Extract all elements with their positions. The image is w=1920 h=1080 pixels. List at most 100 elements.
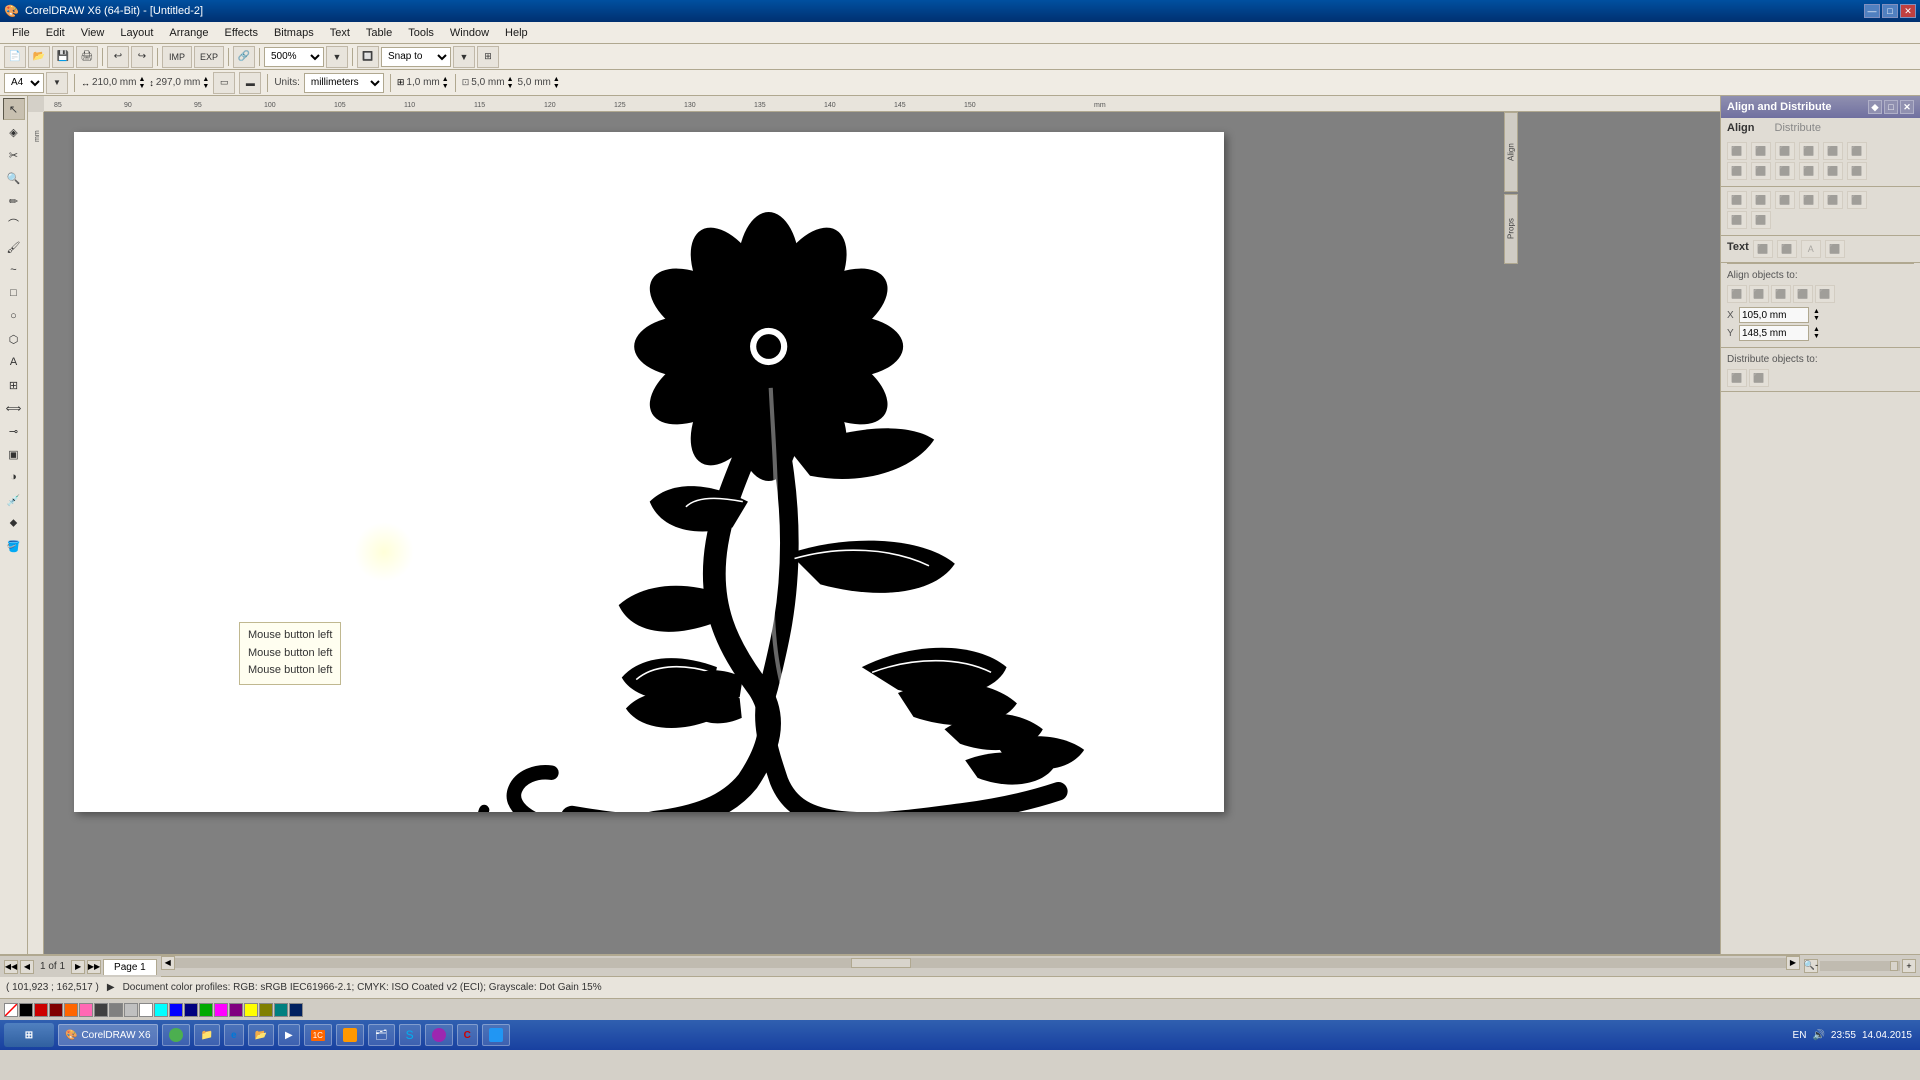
color-gray-swatch[interactable]: [109, 1003, 123, 1017]
menu-tools[interactable]: Tools: [400, 25, 442, 41]
dist-left[interactable]: ⬛: [1727, 191, 1747, 209]
align-center-h[interactable]: ⬛: [1751, 142, 1771, 160]
color-darkgray-swatch[interactable]: [94, 1003, 108, 1017]
export-button[interactable]: EXP: [194, 46, 224, 68]
color-darkred-swatch[interactable]: [49, 1003, 63, 1017]
side-tab-align[interactable]: Align: [1504, 112, 1518, 192]
taskbar-1c[interactable]: 1C: [304, 1024, 332, 1046]
page-nav-next[interactable]: ▶: [71, 960, 85, 974]
table-tool[interactable]: ⊞: [3, 374, 25, 396]
align-left[interactable]: ⬛: [1727, 142, 1747, 160]
zoom-slider-thumb[interactable]: [1890, 961, 1898, 971]
polygon-tool[interactable]: ⬡: [3, 328, 25, 350]
scroll-thumb[interactable]: [851, 958, 911, 968]
color-teal-swatch[interactable]: [274, 1003, 288, 1017]
drawing-canvas[interactable]: Mouse button left Mouse button left Mous…: [44, 112, 1720, 954]
menu-table[interactable]: Table: [358, 25, 400, 41]
interactive-fill[interactable]: ⬥: [3, 512, 25, 534]
print-button[interactable]: 🖨: [76, 46, 98, 68]
scroll-left-button[interactable]: ◀: [161, 956, 175, 970]
import-button[interactable]: IMP: [162, 46, 192, 68]
side-tab-props[interactable]: Props: [1504, 194, 1518, 264]
menu-file[interactable]: File: [4, 25, 38, 41]
align-bottom[interactable]: ⬛: [1847, 142, 1867, 160]
align-center-v2[interactable]: ⬛: [1823, 162, 1843, 180]
menu-view[interactable]: View: [73, 25, 113, 41]
menu-arrange[interactable]: Arrange: [161, 25, 216, 41]
drop-shadow-tool[interactable]: ▣: [3, 443, 25, 465]
taskbar-fm[interactable]: 🗂: [368, 1024, 395, 1046]
freehand-tool[interactable]: ✏: [3, 190, 25, 212]
color-lightgray-swatch[interactable]: [124, 1003, 138, 1017]
color-green-swatch[interactable]: [199, 1003, 213, 1017]
menu-edit[interactable]: Edit: [38, 25, 73, 41]
rectangle-tool[interactable]: □: [3, 282, 25, 304]
start-button[interactable]: ⊞: [4, 1023, 54, 1047]
page-nav-prev[interactable]: ◀: [20, 960, 34, 974]
smart-fill[interactable]: 🪣: [3, 535, 25, 557]
save-button[interactable]: 💾: [52, 46, 74, 68]
align-center-h2[interactable]: ⬛: [1751, 162, 1771, 180]
align-bottom2[interactable]: ⬛: [1847, 162, 1867, 180]
color-eyedropper[interactable]: 💉: [3, 489, 25, 511]
taskbar-browser[interactable]: [162, 1024, 190, 1046]
zoom-down[interactable]: ▼: [326, 46, 348, 68]
panel-close-button[interactable]: ✕: [1900, 100, 1914, 114]
taskbar-explorer[interactable]: 📂: [248, 1024, 274, 1046]
snap-to-select[interactable]: Snap to: [381, 47, 451, 67]
dist-bottom[interactable]: ⬛: [1847, 191, 1867, 209]
menu-bitmaps[interactable]: Bitmaps: [266, 25, 322, 41]
align-to-btn4[interactable]: ⬛: [1793, 285, 1813, 303]
taskbar-app3[interactable]: [425, 1024, 453, 1046]
ellipse-tool[interactable]: ○: [3, 305, 25, 327]
zoom-out-button[interactable]: 🔍-: [1804, 959, 1818, 973]
color-yellow-swatch[interactable]: [244, 1003, 258, 1017]
align-right[interactable]: ⬛: [1775, 142, 1795, 160]
portrait-btn[interactable]: ▭: [213, 72, 235, 94]
zoom-tool[interactable]: 🔍: [3, 167, 25, 189]
color-purple-swatch[interactable]: [229, 1003, 243, 1017]
minimize-button[interactable]: —: [1864, 4, 1880, 18]
taskbar-app2[interactable]: [336, 1024, 364, 1046]
zoom-slider-track[interactable]: [1820, 961, 1900, 971]
color-navy-swatch[interactable]: [289, 1003, 303, 1017]
close-button[interactable]: ✕: [1900, 4, 1916, 18]
taskbar-files[interactable]: 📁: [194, 1024, 220, 1046]
menu-text[interactable]: Text: [322, 25, 358, 41]
undo-button[interactable]: ↩: [107, 46, 129, 68]
align-to-btn5[interactable]: ⬛: [1815, 285, 1835, 303]
color-orange-swatch[interactable]: [64, 1003, 78, 1017]
x-input[interactable]: [1739, 307, 1809, 323]
dist-top[interactable]: ⬛: [1799, 191, 1819, 209]
color-olive-swatch[interactable]: [259, 1003, 273, 1017]
artmedia-tool[interactable]: 🖌: [3, 236, 25, 258]
paper-size-arrow[interactable]: ▼: [46, 72, 68, 94]
no-color-swatch[interactable]: [4, 1003, 18, 1017]
color-blue-swatch[interactable]: [169, 1003, 183, 1017]
transparency-tool[interactable]: ◑: [3, 466, 25, 488]
menu-layout[interactable]: Layout: [112, 25, 161, 41]
node-tool[interactable]: ◈: [3, 121, 25, 143]
crop-tool[interactable]: ✂: [3, 144, 25, 166]
units-select[interactable]: millimeters inches pixels: [304, 73, 384, 93]
color-darkblue-swatch[interactable]: [184, 1003, 198, 1017]
zoom-select[interactable]: 500% 200% 100% 50%: [264, 47, 324, 67]
paper-size-select[interactable]: A4: [4, 73, 44, 93]
color-magenta-swatch[interactable]: [214, 1003, 228, 1017]
dist-center-v[interactable]: ⬛: [1823, 191, 1843, 209]
panel-pin-button[interactable]: ◆: [1868, 100, 1882, 114]
redo-button[interactable]: ↪: [131, 46, 153, 68]
zoom-in-button[interactable]: +: [1902, 959, 1916, 973]
taskbar-corelapp[interactable]: C: [457, 1024, 478, 1046]
y-input[interactable]: [1739, 325, 1809, 341]
new-button[interactable]: 📄: [4, 46, 26, 68]
dist-spacing-h[interactable]: ⬛: [1727, 211, 1747, 229]
align-to-btn2[interactable]: ⬛: [1749, 285, 1769, 303]
snap-options[interactable]: ▼: [453, 46, 475, 68]
dimension-tool[interactable]: ⟺: [3, 397, 25, 419]
color-cyan-swatch[interactable]: [154, 1003, 168, 1017]
smear-tool[interactable]: ~: [3, 259, 25, 281]
taskbar-coreldraw[interactable]: 🎨 CorelDRAW X6: [58, 1024, 158, 1046]
maximize-button[interactable]: □: [1882, 4, 1898, 18]
menu-effects[interactable]: Effects: [217, 25, 266, 41]
